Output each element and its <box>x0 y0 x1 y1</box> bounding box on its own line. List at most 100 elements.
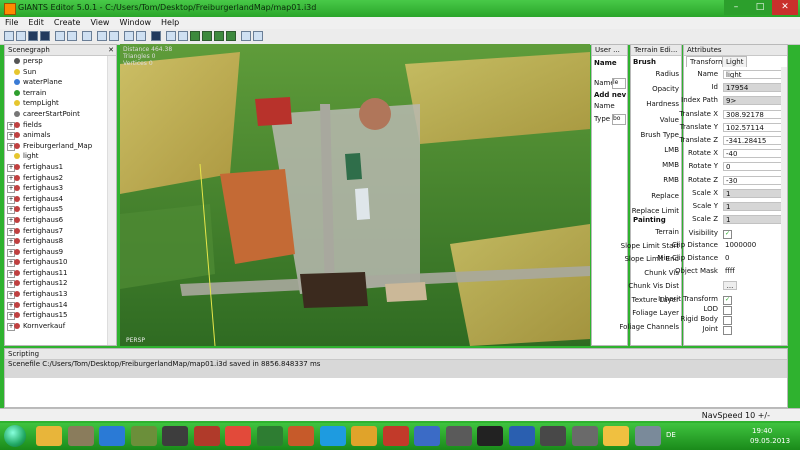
select-icon[interactable] <box>166 31 176 41</box>
maximize-button[interactable]: □ <box>748 0 772 15</box>
3d-viewport[interactable]: Distance 464.38 Triangles 0 Vertices 0 P… <box>120 44 590 346</box>
visibility-checkbox[interactable]: ✓ <box>723 230 732 239</box>
attribute-field[interactable]: -341.28415 <box>723 136 783 145</box>
ie-taskbar-icon[interactable] <box>99 426 125 446</box>
settings-icon[interactable] <box>253 31 263 41</box>
redo-icon[interactable] <box>109 31 119 41</box>
screen-taskbar-icon[interactable] <box>634 426 661 446</box>
scenegraph-item[interactable]: + fertighaus4 <box>5 194 108 205</box>
cut-icon[interactable] <box>82 31 92 41</box>
game-2012-taskbar-icon[interactable] <box>193 426 220 446</box>
attribute-field[interactable]: -40 <box>723 149 783 159</box>
clock-date[interactable]: 09.05.2013 <box>750 437 790 445</box>
script-output[interactable]: Scenefile C:/Users/Tom/Desktop/Freiburge… <box>5 360 787 378</box>
save-all-icon[interactable] <box>40 31 50 41</box>
attribute-checkbox[interactable] <box>723 326 732 335</box>
tractor2-taskbar-icon[interactable] <box>445 426 472 446</box>
export-icon[interactable] <box>67 31 77 41</box>
tool-taskbar-icon[interactable] <box>67 426 94 446</box>
scenegraph-item[interactable]: light <box>5 151 108 162</box>
scenegraph-item[interactable]: careerStartPoint <box>5 109 108 120</box>
attribute-field[interactable]: 1 <box>723 188 783 198</box>
attribute-field[interactable]: light <box>723 70 783 79</box>
scenegraph-item[interactable]: + Freiburgerland_Map <box>5 141 108 152</box>
language-indicator[interactable]: DE <box>666 431 676 439</box>
menu-help[interactable]: Help <box>156 17 184 27</box>
close-icon[interactable]: ✕ <box>108 45 114 55</box>
paste-icon[interactable] <box>136 31 146 41</box>
giants-taskbar-icon[interactable] <box>288 426 314 446</box>
scenegraph-item[interactable]: + fertighaus11 <box>5 268 108 279</box>
attribute-checkbox[interactable] <box>723 306 732 315</box>
terrain-sculpt-icon[interactable] <box>190 31 200 41</box>
attribute-field[interactable]: 0 <box>723 162 783 172</box>
scenegraph-item[interactable]: + fertighaus2 <box>5 173 108 184</box>
attribute-field[interactable]: -30 <box>723 175 783 185</box>
scenegraph-item[interactable]: + fertighaus15 <box>5 310 108 321</box>
save-icon[interactable] <box>28 31 38 41</box>
scenegraph-item[interactable]: + fertighaus14 <box>5 300 108 311</box>
tractor-taskbar-icon[interactable] <box>256 426 283 446</box>
chrome-taskbar-icon[interactable] <box>225 426 251 446</box>
menu-file[interactable]: File <box>0 17 23 27</box>
scenegraph-item[interactable]: + fertighaus3 <box>5 183 108 194</box>
move-icon[interactable] <box>178 31 188 41</box>
scenegraph-item[interactable]: + fertighaus8 <box>5 236 108 247</box>
attribute-field[interactable]: 1 <box>723 215 783 225</box>
ua-type-select[interactable]: bo <box>612 114 626 125</box>
paint-taskbar-icon[interactable] <box>351 426 377 446</box>
play-icon[interactable] <box>151 31 161 41</box>
import-icon[interactable] <box>55 31 65 41</box>
scenegraph-item[interactable]: + fertighaus5 <box>5 204 108 215</box>
scenegraph-item[interactable]: + fertighaus1 <box>5 162 108 173</box>
num2-taskbar-icon[interactable] <box>477 426 503 446</box>
menu-edit[interactable]: Edit <box>23 17 49 27</box>
giants-editor-taskbar-icon[interactable] <box>603 426 629 446</box>
open-file-icon[interactable] <box>16 31 26 41</box>
title-bar[interactable]: GIANTS Editor 5.0.1 - C:/Users/Tom/Deskt… <box>0 0 800 17</box>
scenegraph-item[interactable]: waterPlane <box>5 77 108 88</box>
truck-taskbar-icon[interactable] <box>382 426 409 446</box>
terrain-paint-icon[interactable] <box>214 31 224 41</box>
scenegraph-item[interactable]: + fertighaus7 <box>5 226 108 237</box>
farm-taskbar-icon[interactable] <box>414 426 440 446</box>
attribute-field[interactable]: 17954 <box>723 83 783 93</box>
attribute-checkbox[interactable] <box>723 316 732 325</box>
scenegraph-item[interactable]: + fertighaus12 <box>5 278 108 289</box>
attribute-field[interactable]: 9> <box>723 96 783 106</box>
app-99-taskbar-icon[interactable] <box>162 426 188 446</box>
new-file-icon[interactable] <box>4 31 14 41</box>
attribute-field[interactable]: 308.92178 <box>723 109 783 119</box>
min-clip-field[interactable]: 0 <box>723 254 783 263</box>
attribute-field[interactable]: 1 <box>723 202 783 211</box>
close-window-button[interactable]: ✕ <box>772 0 798 15</box>
terrain-smooth-icon[interactable] <box>202 31 212 41</box>
object-mask-browse-button[interactable]: ... <box>723 281 737 290</box>
scenegraph-item[interactable]: + fertighaus9 <box>5 247 108 258</box>
scenegraph-item[interactable]: + animals <box>5 130 108 141</box>
wave-taskbar-icon[interactable] <box>508 426 535 446</box>
scenegraph-item[interactable]: + fertighaus13 <box>5 289 108 300</box>
scenegraph-item[interactable]: Sun <box>5 67 108 78</box>
gallery-taskbar-icon[interactable] <box>571 426 598 446</box>
game-taskbar-icon[interactable] <box>540 426 566 446</box>
menu-window[interactable]: Window <box>114 17 156 27</box>
clock-time[interactable]: 19:40 <box>752 427 772 435</box>
minimize-button[interactable]: – <box>724 0 748 15</box>
ua-name-field[interactable]: le <box>612 78 626 89</box>
attribute-field[interactable]: 102.57114 <box>723 122 783 132</box>
clip-distance-field[interactable]: 1000000 <box>723 241 783 250</box>
scenegraph-scrollbar[interactable] <box>107 56 116 345</box>
scenegraph-item[interactable]: + Kornverkauf <box>5 321 108 332</box>
foliage-paint-icon[interactable] <box>226 31 236 41</box>
menu-view[interactable]: View <box>85 17 114 27</box>
copy-icon[interactable] <box>124 31 134 41</box>
object-mask-field[interactable]: ffff <box>723 267 783 276</box>
attribute-checkbox[interactable]: ✓ <box>723 296 732 305</box>
scenegraph-item[interactable]: persp <box>5 56 108 67</box>
menu-create[interactable]: Create <box>49 17 86 27</box>
minecraft-taskbar-icon[interactable] <box>130 426 157 446</box>
scenegraph-item[interactable]: + fields <box>5 120 108 131</box>
scenegraph-item[interactable]: tempLight <box>5 98 108 109</box>
explorer-taskbar-icon[interactable] <box>36 426 62 446</box>
